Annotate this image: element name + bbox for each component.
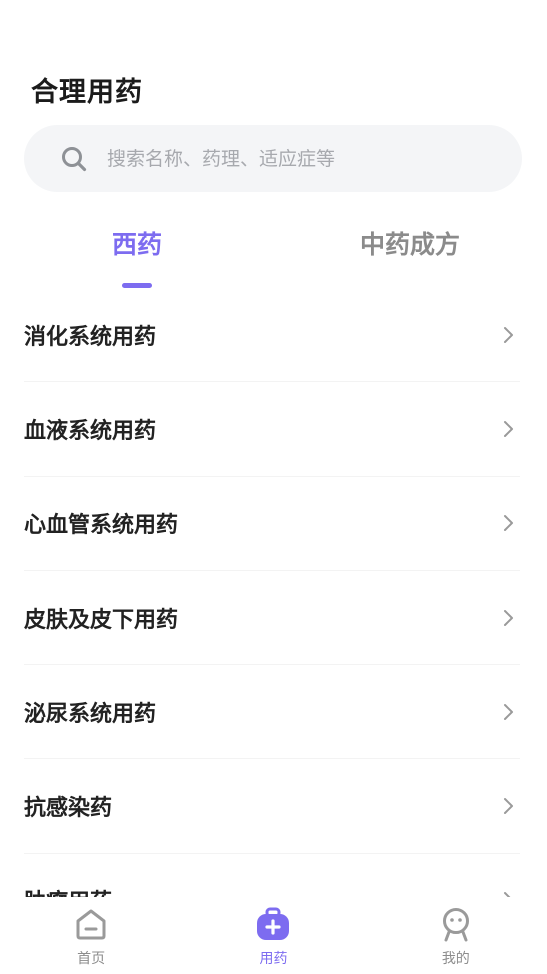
nav-item-medication[interactable]: 用药	[182, 897, 364, 974]
list-item-label: 泌尿系统用药	[24, 701, 157, 727]
list-item-label: 血液系统用药	[24, 418, 157, 444]
chevron-right-icon	[500, 609, 516, 627]
nav-item-home[interactable]: 首页	[0, 897, 182, 974]
nav-label-home: 首页	[77, 951, 106, 967]
list-item[interactable]: 消化系统用药	[24, 288, 520, 383]
tab-western-medicine[interactable]: 西药	[37, 225, 237, 261]
chevron-right-icon	[500, 420, 516, 438]
search-bar[interactable]	[24, 125, 522, 192]
list-item[interactable]: 泌尿系统用药	[24, 665, 520, 760]
search-icon	[59, 144, 89, 174]
list-item-label: 皮肤及皮下用药	[24, 607, 179, 633]
list-item[interactable]: 肿瘤用药	[24, 854, 520, 897]
nav-item-profile[interactable]: 我的	[365, 897, 547, 974]
nav-label-profile: 我的	[441, 951, 470, 967]
list-item-label: 消化系统用药	[24, 324, 157, 350]
bottom-navigation: 首页 用药 我的	[0, 897, 547, 974]
chevron-right-icon	[500, 797, 516, 815]
category-list: 消化系统用药 血液系统用药 心血管系统用药 皮肤及皮下用药 泌尿系统用药 抗感染…	[24, 288, 520, 897]
list-item[interactable]: 抗感染药	[24, 759, 520, 854]
profile-icon	[437, 905, 475, 943]
list-item-label: 抗感染药	[24, 796, 113, 822]
tab-bar: 西药 中药成方	[0, 225, 547, 290]
chevron-right-icon	[500, 514, 516, 532]
medicine-kit-icon	[254, 905, 292, 943]
page-title: 合理用药	[31, 77, 143, 108]
chevron-right-icon	[500, 326, 516, 344]
nav-label-medication: 用药	[259, 951, 288, 967]
list-item[interactable]: 心血管系统用药	[24, 477, 520, 571]
chevron-right-icon	[500, 703, 516, 721]
list-item-label: 肿瘤用药	[24, 884, 112, 897]
home-icon	[72, 905, 110, 943]
list-item[interactable]: 血液系统用药	[24, 382, 520, 477]
list-item-label: 心血管系统用药	[24, 513, 179, 539]
search-input[interactable]	[107, 147, 467, 170]
tab-chinese-patent-medicine[interactable]: 中药成方	[310, 225, 510, 261]
list-item[interactable]: 皮肤及皮下用药	[24, 571, 520, 666]
